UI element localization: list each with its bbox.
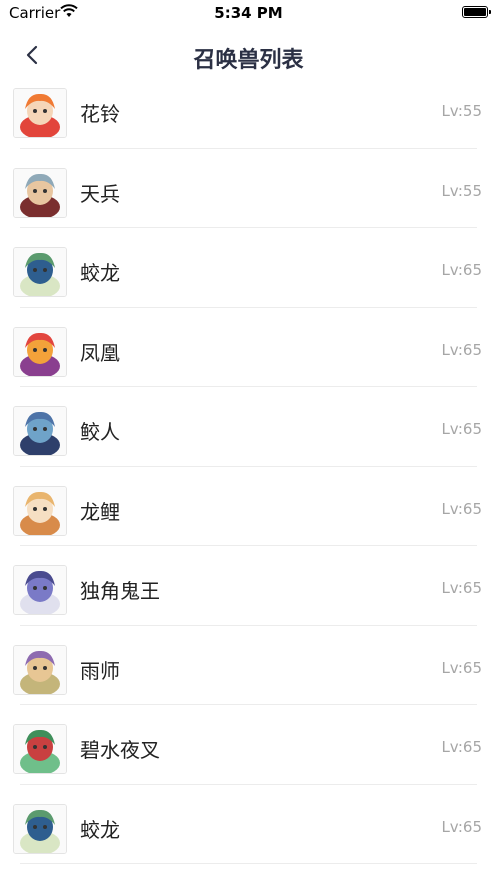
status-time: 5:34 PM	[214, 4, 283, 22]
pet-name: 天兵	[80, 181, 120, 206]
pet-level: Lv:65	[441, 340, 482, 359]
pet-row[interactable]: 鲛人 Lv:65	[0, 404, 497, 484]
navigation-bar: 召唤兽列表	[0, 26, 497, 86]
pet-row[interactable]: 独角鬼王 Lv:65	[0, 563, 497, 643]
pet-level: Lv:65	[441, 261, 482, 279]
pet-row[interactable]: 雨师 Lv:65	[0, 643, 497, 723]
pet-avatar	[13, 247, 67, 297]
row-divider	[20, 147, 477, 149]
row-divider	[20, 386, 477, 387]
pet-name: 碧水夜叉	[80, 738, 160, 762]
pet-row[interactable]: 凤凰 Lv:65	[0, 325, 497, 405]
pet-row[interactable]: 碧水夜叉 Lv:65	[0, 722, 497, 802]
row-divider	[20, 545, 477, 546]
pet-level: Lv:65	[441, 738, 482, 756]
row-divider	[20, 306, 477, 308]
pet-list: 花铃 Lv:55 天兵 Lv:55 蛟龙 Lv:65 凤凰 Lv:65 鲛人 Lv:65 龙鲤 Lv:…	[0, 86, 497, 883]
pet-level: Lv:65	[441, 817, 482, 836]
row-divider	[20, 863, 477, 864]
pet-name: 鲛人	[80, 420, 120, 444]
pet-name: 花铃	[80, 102, 120, 126]
pet-level: Lv:65	[441, 579, 482, 597]
row-divider	[20, 704, 477, 705]
pet-level: Lv:65	[441, 420, 482, 438]
status-bar: Carrier 5:34 PM	[0, 0, 497, 26]
battery-icon	[462, 6, 491, 18]
row-divider	[20, 465, 477, 467]
pet-name: 雨师	[80, 658, 120, 683]
pet-row[interactable]: 花铃 Lv:55	[0, 86, 497, 166]
pet-avatar	[13, 326, 67, 377]
pet-avatar	[13, 88, 67, 138]
pet-level: Lv:65	[441, 499, 482, 518]
pet-row[interactable]: 蛟龙 Lv:65	[0, 802, 497, 882]
pet-name: 凤凰	[80, 340, 120, 365]
pet-avatar	[13, 565, 67, 615]
pet-row[interactable]: 天兵 Lv:55	[0, 166, 497, 246]
pet-name: 蛟龙	[80, 817, 120, 842]
page-title: 召唤兽列表	[193, 48, 304, 73]
pet-avatar	[13, 724, 67, 774]
row-divider	[20, 624, 477, 626]
pet-avatar	[13, 485, 67, 536]
pet-name: 蛟龙	[80, 261, 120, 285]
pet-row[interactable]: 蛟龙 Lv:65	[0, 245, 497, 325]
pet-name: 独角鬼王	[80, 579, 160, 603]
row-divider	[20, 783, 477, 785]
row-divider	[20, 227, 477, 228]
pet-level: Lv:55	[441, 181, 482, 200]
pet-level: Lv:65	[441, 658, 482, 677]
pet-name: 龙鲤	[80, 499, 120, 524]
pet-row[interactable]: 龙鲤 Lv:65	[0, 484, 497, 564]
pet-avatar	[13, 167, 67, 218]
pet-avatar	[13, 406, 67, 456]
pet-level: Lv:55	[441, 102, 482, 120]
pet-avatar	[13, 803, 67, 854]
pet-avatar	[13, 644, 67, 695]
